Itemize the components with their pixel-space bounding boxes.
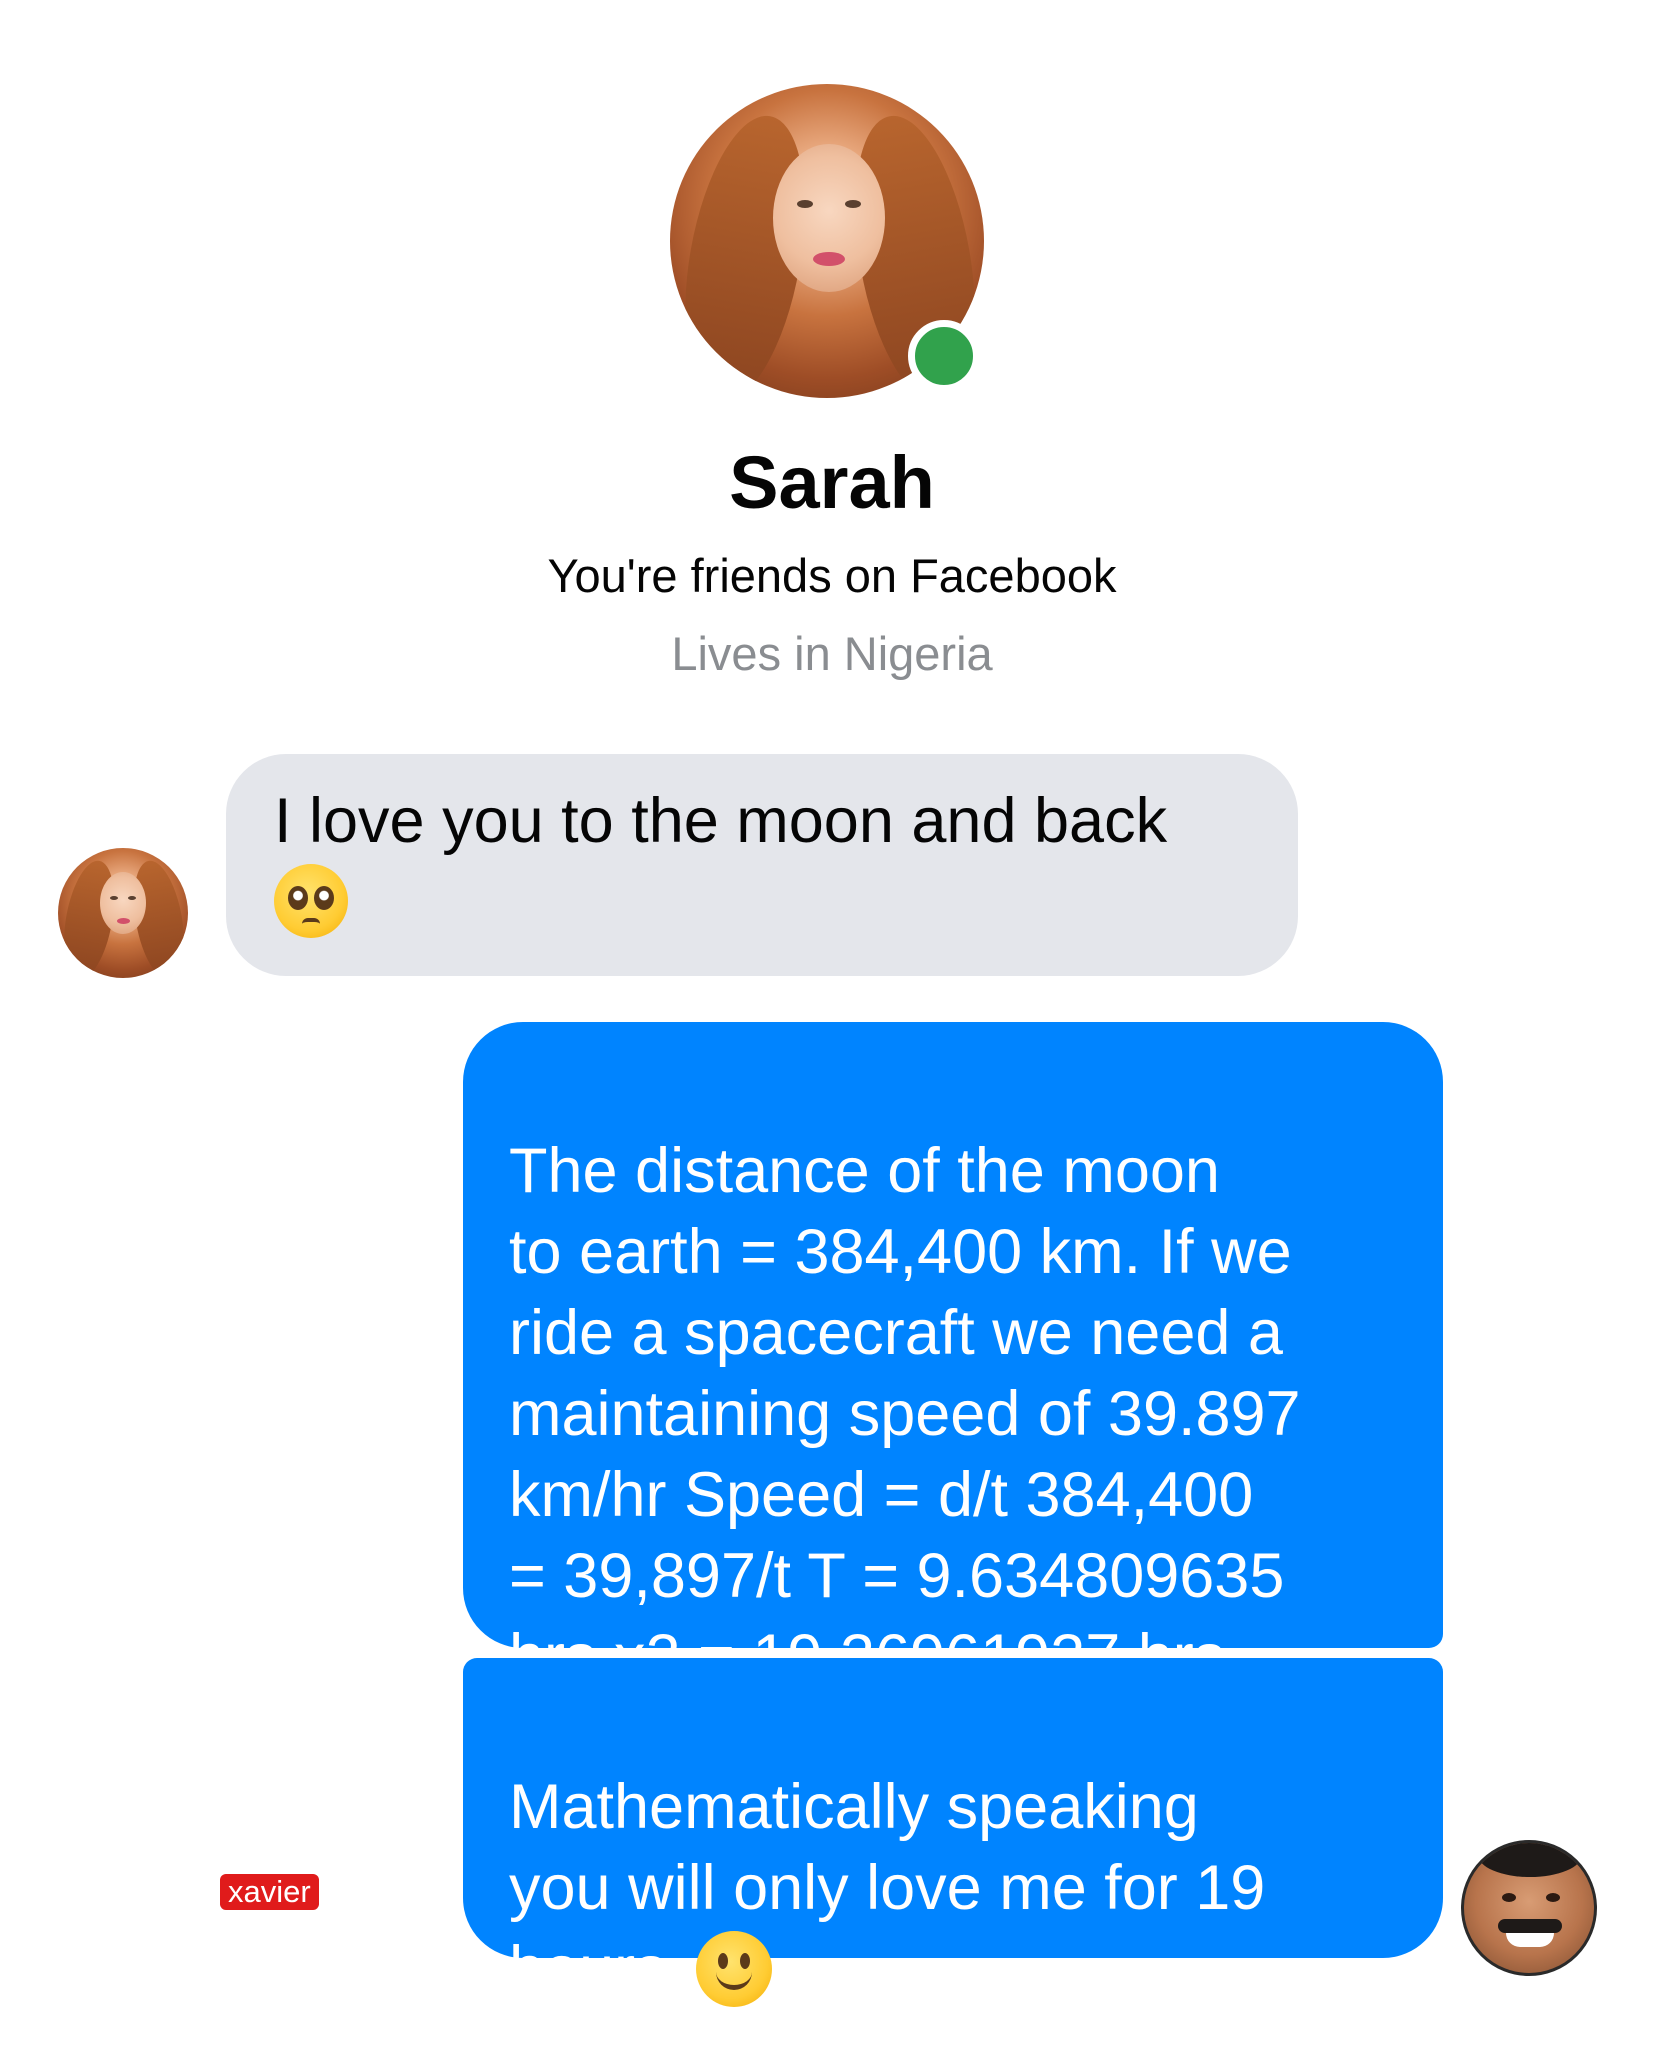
avatar-hair xyxy=(1478,1843,1582,1877)
smiling-face-emoji-icon xyxy=(696,1931,773,2008)
contact-name[interactable]: Sarah xyxy=(0,440,1664,525)
avatar-face xyxy=(100,872,146,934)
avatar-smile xyxy=(1506,1933,1554,1947)
read-receipt-avatar xyxy=(1461,1840,1597,1976)
location-text: Lives in Nigeria xyxy=(671,627,993,680)
online-status-dot xyxy=(908,320,980,392)
message-text: The distance of the moon to earth = 384,… xyxy=(509,1136,1301,1692)
message-text: I love you to the moon and back xyxy=(274,786,1168,856)
friend-status-text: You're friends on Facebook xyxy=(547,549,1117,602)
avatar-eye-left xyxy=(1502,1893,1516,1902)
avatar-eye-left xyxy=(110,896,118,900)
avatar-eye-right xyxy=(845,200,861,208)
message-bubble-incoming[interactable]: I love you to the moon and back xyxy=(226,754,1298,976)
avatar-eye-left xyxy=(797,200,813,208)
message-bubble-outgoing[interactable]: The distance of the moon to earth = 384,… xyxy=(463,1022,1443,1692)
message-bubble-outgoing[interactable]: Mathematically speaking you will only lo… xyxy=(463,1658,1443,2008)
avatar-eye-right xyxy=(128,896,136,900)
avatar-lips xyxy=(813,252,845,266)
sender-avatar[interactable] xyxy=(58,848,188,978)
pleading-face-emoji-icon xyxy=(274,864,348,939)
avatar-eye-right xyxy=(1546,1893,1560,1902)
message-text: Mathematically speaking you will only lo… xyxy=(509,1772,1266,2004)
avatar-mustache xyxy=(1498,1919,1562,1933)
avatar-face xyxy=(773,144,885,292)
watermark-tag: xavier xyxy=(220,1874,319,1910)
avatar-lips xyxy=(117,918,130,924)
